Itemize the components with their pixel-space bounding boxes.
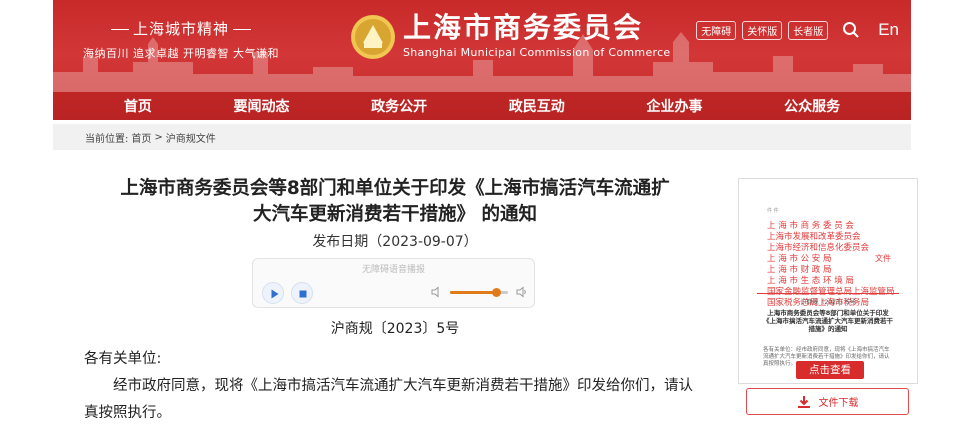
breadcrumb-current[interactable]: 沪商规文件 xyxy=(166,130,216,145)
site-brand[interactable]: 上海市商务委员会 Shanghai Municipal Commission o… xyxy=(403,11,671,60)
audio-player-label: 无障碍语音播报 xyxy=(361,265,425,275)
search-icon[interactable] xyxy=(842,21,860,39)
spirit-title: 上海城市精神 xyxy=(132,20,229,38)
city-spirit: 上海城市精神 海纳百川 追求卓越 开明睿智 大气谦和 xyxy=(83,18,279,61)
nav-home[interactable]: 首页 xyxy=(124,96,152,116)
publish-date: 发布日期（2023-09-07） xyxy=(312,234,478,250)
article-body: 各有关单位: 经市政府同意，现将《上海市搞活汽车流通扩大汽车更新消费若干措施》印… xyxy=(84,346,694,427)
header-tools: 无障碍 关怀版 长者版 En xyxy=(696,20,899,40)
download-label: 文件下载 xyxy=(818,398,859,409)
brand-title: 上海市商务委员会 xyxy=(403,11,644,44)
article-header: 上海市商务委员会等8部门和单位关于印发《上海市搞活汽车流通扩 大汽车更新消费若干… xyxy=(80,176,710,251)
breadcrumb-prefix: 当前位置: xyxy=(85,133,129,145)
stop-icon xyxy=(299,290,307,298)
article-title: 上海市商务委员会等8部门和单位关于印发《上海市搞活汽车流通扩 大汽车更新消费若干… xyxy=(120,178,670,225)
volume-fill xyxy=(450,291,497,294)
care-mode-button[interactable]: 关怀版 xyxy=(742,20,783,40)
stop-button[interactable] xyxy=(291,282,313,304)
brand-subtitle: Shanghai Municipal Commission of Commerc… xyxy=(403,46,671,59)
thumbnail-issuers: 上 海 市 商 务 委 员 会 上海市发展和改革委员会 上海市经济和信息化委员会… xyxy=(767,221,895,308)
article-paragraph: 经市政府同意，现将《上海市搞活汽车流通扩大汽车更新消费若干措施》印发给你们，请认… xyxy=(84,378,693,421)
breadcrumb: 当前位置: 首页 > 沪商规文件 xyxy=(53,124,911,150)
main-nav: 首页 要闻动态 政务公开 政民互动 企业办事 公众服务 xyxy=(53,92,911,120)
site-header: 上海城市精神 海纳百川 追求卓越 开明睿智 大气谦和 上海市商务委员会 Shan… xyxy=(53,0,911,120)
english-language-link[interactable]: En xyxy=(878,20,899,40)
play-button[interactable] xyxy=(262,282,284,304)
spirit-subtitle: 海纳百川 追求卓越 开明睿智 大气谦和 xyxy=(83,47,279,60)
volume-slider[interactable] xyxy=(450,288,508,297)
download-file-button[interactable]: 文件下载 xyxy=(746,388,909,415)
salutation: 各有关单位: xyxy=(84,351,162,367)
document-number: 沪商规〔2023〕5号 xyxy=(330,321,460,337)
volume-icon xyxy=(431,286,439,298)
nav-gov-affairs[interactable]: 政务公开 xyxy=(371,96,427,116)
nav-enterprise[interactable]: 企业办事 xyxy=(646,96,702,116)
audio-player: 无障碍语音播报 xyxy=(252,258,535,308)
municipal-emblem-icon[interactable] xyxy=(349,13,397,61)
view-document-button[interactable]: 点击查看 xyxy=(796,361,864,379)
nav-public-services[interactable]: 公众服务 xyxy=(784,96,840,116)
play-icon xyxy=(271,289,279,299)
breadcrumb-separator: > xyxy=(154,131,163,143)
volume-high-icon[interactable] xyxy=(516,286,528,298)
document-thumbnail[interactable]: 件 件 上 海 市 商 务 委 员 会 上海市发展和改革委员会 上海市经济和信息… xyxy=(738,178,918,384)
thumbnail-heading: 上海市商务委员会等8部门和单位关于印发《上海市搞活汽车流通扩大汽车更新消费若干措… xyxy=(763,309,893,333)
accessibility-button[interactable]: 无障碍 xyxy=(696,20,737,40)
thumbnail-divider xyxy=(757,293,899,294)
nav-news[interactable]: 要闻动态 xyxy=(233,96,289,116)
breadcrumb-home[interactable]: 首页 xyxy=(131,130,151,145)
nav-interaction[interactable]: 政民互动 xyxy=(509,96,565,116)
volume-knob[interactable] xyxy=(491,288,501,297)
download-icon xyxy=(797,395,810,408)
elder-mode-button[interactable]: 长者版 xyxy=(788,20,829,40)
